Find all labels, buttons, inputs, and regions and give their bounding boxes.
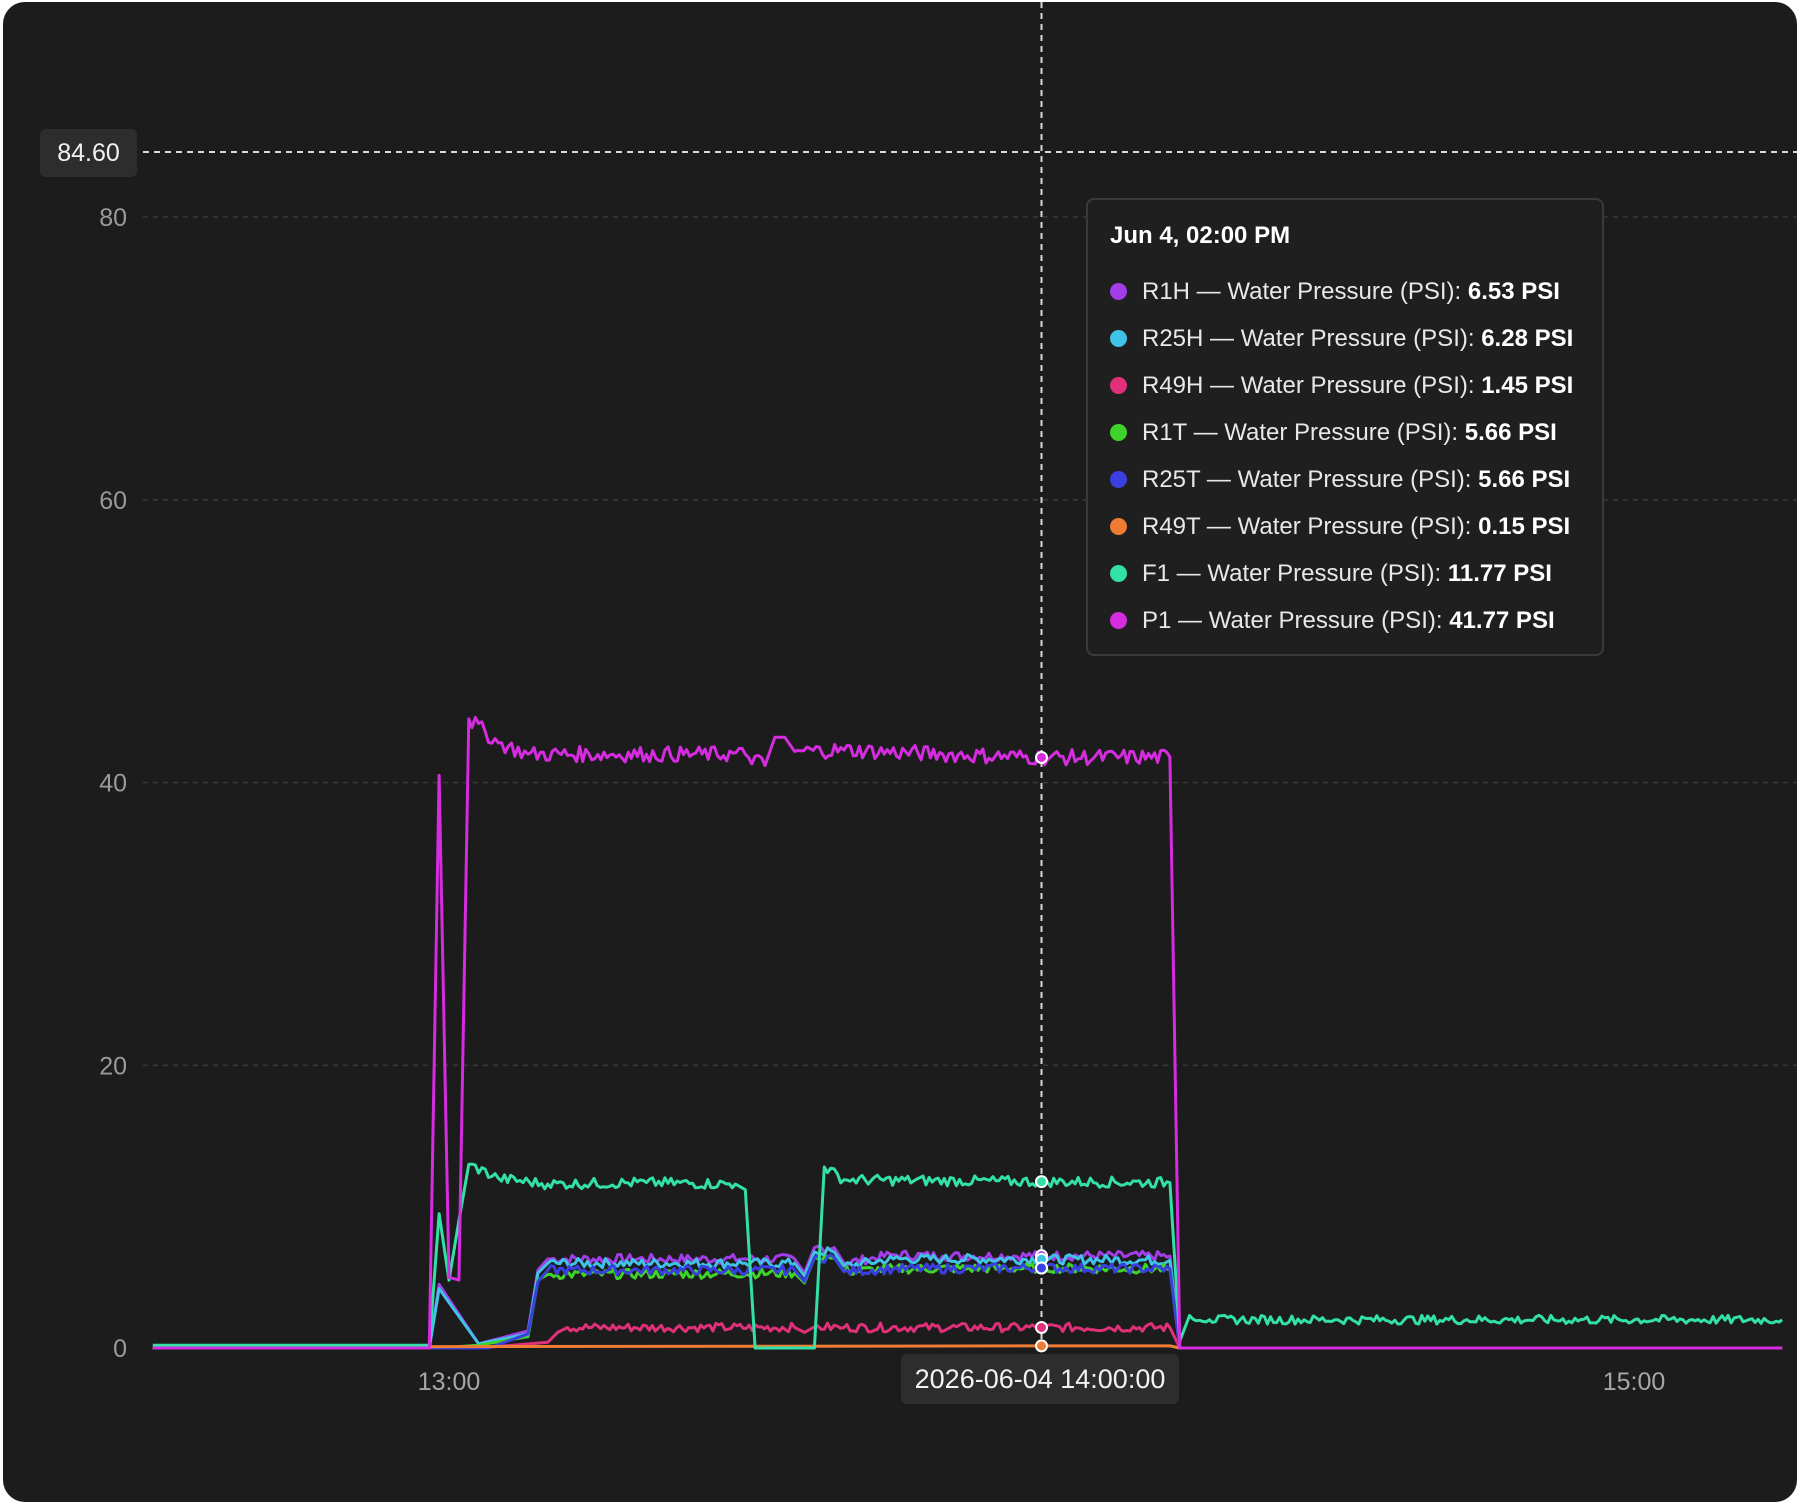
series-line[interactable]: [152, 1254, 1783, 1350]
tooltip-series-name: P1 — Water Pressure (PSI): [1142, 606, 1436, 634]
tooltip-row-r25t: R25T — Water Pressure (PSI): 5.66 PSI: [1110, 456, 1580, 503]
tooltip-series-name: R1T — Water Pressure (PSI): [1142, 418, 1452, 446]
hover-marker: [1035, 1175, 1048, 1189]
series-line[interactable]: [152, 1244, 1783, 1350]
tooltip-series-name: R25T — Water Pressure (PSI): [1142, 465, 1465, 493]
series-color-dot: [1110, 518, 1127, 535]
y-tick-label: 60: [99, 487, 127, 515]
series-color-dot: [1110, 424, 1127, 441]
tooltip-series-value: 11.77 PSI: [1447, 559, 1552, 587]
tooltip-series-name: R49T — Water Pressure (PSI): [1142, 512, 1465, 540]
y-tick-label: 40: [99, 770, 127, 798]
y-tick-label: 80: [99, 204, 127, 232]
tooltip-row-p1: P1 — Water Pressure (PSI): 41.77 PSI: [1110, 597, 1580, 644]
hover-marker: [1035, 1321, 1048, 1335]
tooltip-series-name: F1 — Water Pressure (PSI): [1142, 559, 1435, 587]
tooltip-row-r1h: R1H — Water Pressure (PSI): 6.53 PSI: [1110, 268, 1580, 315]
crosshair-y-value-label: 84.60: [40, 129, 137, 177]
y-tick-label: 0: [113, 1335, 127, 1363]
hover-marker: [1035, 1261, 1048, 1275]
x-tick-label: 15:00: [1603, 1368, 1666, 1396]
tooltip-series-value: 41.77 PSI: [1449, 606, 1555, 634]
y-axis-ticks: 0 20 40 60 80: [99, 204, 127, 1363]
tooltip-series-value: 5.66 PSI: [1464, 418, 1557, 446]
hover-marker: [1035, 1339, 1048, 1353]
crosshair-x-time-label: 2026-06-04 14:00:00: [901, 1354, 1179, 1404]
tooltip-series-name: R1H — Water Pressure (PSI): [1142, 277, 1455, 305]
series-line[interactable]: [152, 1246, 1783, 1350]
series-color-dot: [1110, 471, 1127, 488]
series-color-dot: [1110, 377, 1127, 394]
tooltip-row-f1: F1 — Water Pressure (PSI): 11.77 PSI: [1110, 550, 1580, 597]
tooltip-series-name: R25H — Water Pressure (PSI): [1142, 324, 1468, 352]
hover-marker: [1035, 750, 1048, 764]
tooltip-series-name: R49H — Water Pressure (PSI): [1142, 371, 1468, 399]
series-color-dot: [1110, 565, 1127, 582]
tooltip-series-value: 6.53 PSI: [1467, 277, 1560, 305]
series-lines[interactable]: [152, 715, 1784, 1350]
tooltip-title: Jun 4, 02:00 PM: [1110, 222, 1291, 249]
y-tick-label: 20: [99, 1052, 127, 1080]
tooltip-row-r1t: R1T — Water Pressure (PSI): 5.66 PSI: [1110, 409, 1580, 456]
x-tick-label: 13:00: [418, 1368, 481, 1396]
tooltip-series-value: 1.45 PSI: [1481, 371, 1574, 399]
tooltip-row-r49h: R49H — Water Pressure (PSI): 1.45 PSI: [1110, 362, 1580, 409]
series-color-dot: [1110, 612, 1127, 629]
series-color-dot: [1110, 283, 1127, 300]
tooltip-row-r25h: R25H — Water Pressure (PSI): 6.28 PSI: [1110, 315, 1580, 362]
tooltip-series-value: 6.28 PSI: [1481, 324, 1574, 352]
hover-tooltip: Jun 4, 02:00 PM R1H — Water Pressure (PS…: [1086, 198, 1604, 656]
tooltip-series-value: 0.15 PSI: [1478, 512, 1571, 540]
series-color-dot: [1110, 330, 1127, 347]
tooltip-series-value: 5.66 PSI: [1478, 465, 1571, 493]
tooltip-row-r49t: R49T — Water Pressure (PSI): 0.15 PSI: [1110, 503, 1580, 550]
chart-panel: 0 20 40 60 80 13:00 15:00 84.60 2026-06-04 14…: [3, 2, 1797, 1502]
